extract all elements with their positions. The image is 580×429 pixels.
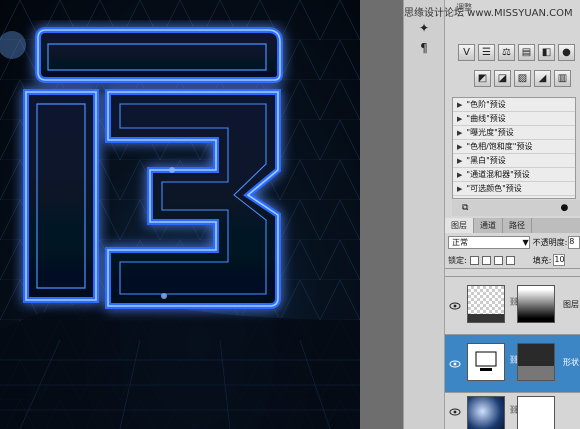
vibrance-icon[interactable]: ◧ <box>538 44 555 61</box>
layer-mask-thumbnail <box>517 343 555 381</box>
invert-icon[interactable]: ▥ <box>554 70 571 87</box>
lock-label: 锁定: <box>448 255 467 265</box>
preset-item[interactable]: ▶ "色相/饱和度"预设 <box>453 140 575 154</box>
color-balance-icon[interactable]: ◩ <box>474 70 491 87</box>
fill-label: 填充: <box>532 255 552 265</box>
adjustment-icons-row-2: ◩ ◪ ▨ ◢ ▥ <box>474 70 571 87</box>
layer-row-selected[interactable]: ⛓ 形状 <box>445 334 580 392</box>
black-white-icon[interactable]: ◪ <box>494 70 511 87</box>
shape-thumbnail <box>467 343 505 381</box>
curves-icon[interactable]: ⚖ <box>498 44 515 61</box>
channel-mixer-icon[interactable]: ◢ <box>534 70 551 87</box>
preset-item[interactable]: ▶ "黑白"预设 <box>453 154 575 168</box>
tab-paths[interactable]: 路径 <box>503 218 532 233</box>
presets-footer: ⧉ ● <box>452 200 580 216</box>
layer-row[interactable]: ⛓ <box>445 392 580 429</box>
brightness-icon[interactable]: ☰ <box>478 44 495 61</box>
watermark-text: 思缘设计论坛 www.MISSYUAN.COM <box>404 8 573 19</box>
layer-name: 图层 <box>563 300 579 309</box>
adjustment-icons-row-1: V ☰ ⚖ ▤ ◧ ● <box>458 44 575 61</box>
tab-layers[interactable]: 图层 <box>445 218 474 233</box>
tab-channels[interactable]: 通道 <box>474 218 503 233</box>
exposure-icon[interactable]: ▤ <box>518 44 535 61</box>
canvas-pasteboard <box>360 0 403 429</box>
opacity-label: 不透明度: <box>532 238 568 247</box>
layer-mask-thumbnail <box>517 285 555 323</box>
lock-position-icon[interactable] <box>493 255 503 265</box>
opacity-input[interactable]: 8 <box>568 236 580 249</box>
rivet <box>169 167 175 173</box>
canvas-artwork <box>0 0 360 429</box>
layer-name: 形状 <box>563 358 579 367</box>
sparkle-icon[interactable]: ✦ <box>413 18 435 38</box>
preset-item[interactable]: ▶ "可选颜色"预设 <box>453 182 575 196</box>
layer-mask-thumbnail <box>517 396 555 429</box>
panel-dock-strip: ✦ ¶ <box>403 0 445 429</box>
link-icon: ⛓ <box>509 355 520 364</box>
blend-mode-select[interactable]: 正常 ▼ <box>448 236 530 249</box>
chevron-right-icon: ▶ <box>457 128 463 137</box>
levels-icon[interactable]: V <box>458 44 475 61</box>
paragraph-icon[interactable]: ¶ <box>413 38 435 58</box>
layer-thumbnail <box>467 285 505 323</box>
chevron-down-icon: ▼ <box>522 238 529 247</box>
lock-all-icon[interactable] <box>505 255 515 265</box>
rivet <box>161 293 167 299</box>
glow-letter-left-bar <box>23 89 99 303</box>
hue-icon[interactable]: ● <box>558 44 575 61</box>
eye-icon[interactable] <box>449 359 461 369</box>
layer-row[interactable]: ⛓ 图层 <box>445 276 580 334</box>
document-canvas[interactable] <box>0 0 360 429</box>
layer-row-partial[interactable] <box>445 268 580 276</box>
cloud-thumbnail <box>467 396 505 429</box>
lock-pixels-icon[interactable] <box>481 255 491 265</box>
layers-tab-bar: 图层 通道 路径 <box>445 218 580 233</box>
chevron-right-icon: ▶ <box>457 170 463 179</box>
chevron-right-icon: ▶ <box>457 184 463 193</box>
preset-item[interactable]: ▶ "色阶"预设 <box>453 98 575 112</box>
lock-transparency-icon[interactable] <box>469 255 479 265</box>
blend-row: 正常 ▼ 不透明度: 8 <box>448 235 580 250</box>
link-icon: ⛓ <box>509 297 520 306</box>
lock-row: 锁定: 填充: 10 <box>448 253 580 267</box>
chevron-right-icon: ▶ <box>457 142 463 151</box>
presets-list: ▶ "色阶"预设 ▶ "曲线"预设 ▶ "曝光度"预设 ▶ "色相/饱和度"预设 ▶ "黑… <box>452 97 576 199</box>
photo-filter-icon[interactable]: ▨ <box>514 70 531 87</box>
panel-menu-icon[interactable]: ● <box>560 203 568 213</box>
chevron-right-icon: ▶ <box>457 100 463 109</box>
eye-icon[interactable] <box>449 301 461 311</box>
new-adjustment-icon[interactable]: ⧉ <box>462 203 468 213</box>
link-icon: ⛓ <box>509 405 520 414</box>
preset-item[interactable]: ▶ "通道混和器"预设 <box>453 168 575 182</box>
preset-item[interactable]: ▶ "曲线"预设 <box>453 112 575 126</box>
glow-letter-top-bar <box>35 27 283 83</box>
chevron-right-icon: ▶ <box>457 114 463 123</box>
chevron-right-icon: ▶ <box>457 156 463 165</box>
eye-icon[interactable] <box>449 407 461 417</box>
preset-item[interactable]: ▶ "曝光度"预设 <box>453 126 575 140</box>
fill-input[interactable]: 10 <box>553 254 566 266</box>
